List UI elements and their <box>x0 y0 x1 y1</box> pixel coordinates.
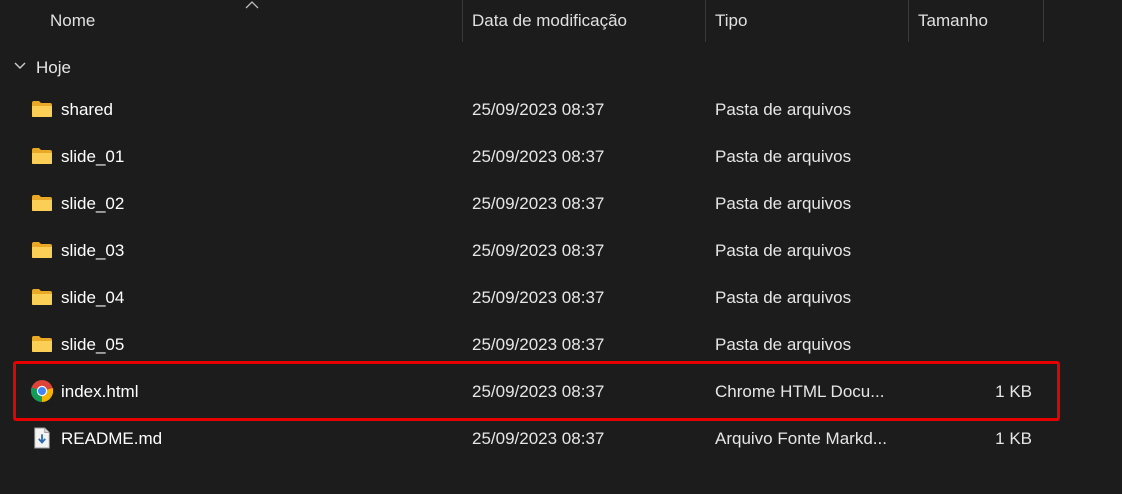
file-row-slide-03[interactable]: slide_03 25/09/2023 08:37 Pasta de arqui… <box>0 227 1122 274</box>
column-header-type[interactable]: Tipo <box>715 0 747 42</box>
column-header-bar: Nome Data de modificação Tipo Tamanho <box>0 0 1122 42</box>
chrome-icon <box>30 380 54 402</box>
column-divider[interactable] <box>705 0 706 42</box>
folder-icon <box>32 289 52 305</box>
file-date: 25/09/2023 08:37 <box>472 147 605 166</box>
file-list: shared 25/09/2023 08:37 Pasta de arquivo… <box>0 86 1122 462</box>
column-header-date[interactable]: Data de modificação <box>472 0 627 42</box>
folder-icon <box>32 101 52 117</box>
file-type: Pasta de arquivos <box>715 335 852 354</box>
file-name: slide_02 <box>61 194 125 213</box>
group-label: Hoje <box>36 58 71 77</box>
file-name: shared <box>61 100 113 119</box>
file-type: Pasta de arquivos <box>715 194 852 213</box>
folder-icon <box>32 195 52 211</box>
file-explorer-list: Nome Data de modificação Tipo Tamanho Ho… <box>0 0 1122 494</box>
file-name: slide_01 <box>61 147 125 166</box>
column-header-size[interactable]: Tamanho <box>918 0 988 42</box>
file-date: 25/09/2023 08:37 <box>472 429 605 448</box>
file-name: README.md <box>61 429 163 448</box>
file-row-index-html[interactable]: index.html 25/09/2023 08:37 Chrome HTML … <box>0 368 1122 415</box>
folder-icon <box>32 336 52 352</box>
column-divider[interactable] <box>1043 0 1044 42</box>
file-type: Pasta de arquivos <box>715 288 852 307</box>
group-header-today[interactable]: Hoje <box>0 50 1122 86</box>
file-row-shared[interactable]: shared 25/09/2023 08:37 Pasta de arquivo… <box>0 86 1122 133</box>
file-date: 25/09/2023 08:37 <box>472 288 605 307</box>
sort-ascending-icon <box>245 1 259 9</box>
folder-icon <box>32 148 52 164</box>
file-date: 25/09/2023 08:37 <box>472 241 605 260</box>
file-type: Pasta de arquivos <box>715 147 852 166</box>
file-name: slide_05 <box>61 335 125 354</box>
file-row-slide-05[interactable]: slide_05 25/09/2023 08:37 Pasta de arqui… <box>0 321 1122 368</box>
file-name: slide_04 <box>61 288 125 307</box>
file-row-slide-01[interactable]: slide_01 25/09/2023 08:37 Pasta de arqui… <box>0 133 1122 180</box>
file-date: 25/09/2023 08:37 <box>472 335 605 354</box>
chevron-down-icon[interactable] <box>13 61 27 71</box>
column-divider[interactable] <box>462 0 463 42</box>
file-date: 25/09/2023 08:37 <box>472 194 605 213</box>
folder-icon <box>32 242 52 258</box>
column-header-name[interactable]: Nome <box>50 0 95 42</box>
file-row-slide-04[interactable]: slide_04 25/09/2023 08:37 Pasta de arqui… <box>0 274 1122 321</box>
markdown-file-icon <box>34 427 50 449</box>
file-name: index.html <box>61 382 139 401</box>
file-type: Arquivo Fonte Markd... <box>715 429 887 448</box>
file-date: 25/09/2023 08:37 <box>472 100 605 119</box>
column-divider[interactable] <box>908 0 909 42</box>
file-name: slide_03 <box>61 241 125 260</box>
file-date: 25/09/2023 08:37 <box>472 382 605 401</box>
file-type: Pasta de arquivos <box>715 241 852 260</box>
file-size: 1 KB <box>995 429 1032 448</box>
file-row-slide-02[interactable]: slide_02 25/09/2023 08:37 Pasta de arqui… <box>0 180 1122 227</box>
file-row-readme-md[interactable]: README.md 25/09/2023 08:37 Arquivo Fonte… <box>0 415 1122 462</box>
file-type: Pasta de arquivos <box>715 100 852 119</box>
file-type: Chrome HTML Docu... <box>715 382 885 401</box>
file-size: 1 KB <box>995 382 1032 401</box>
